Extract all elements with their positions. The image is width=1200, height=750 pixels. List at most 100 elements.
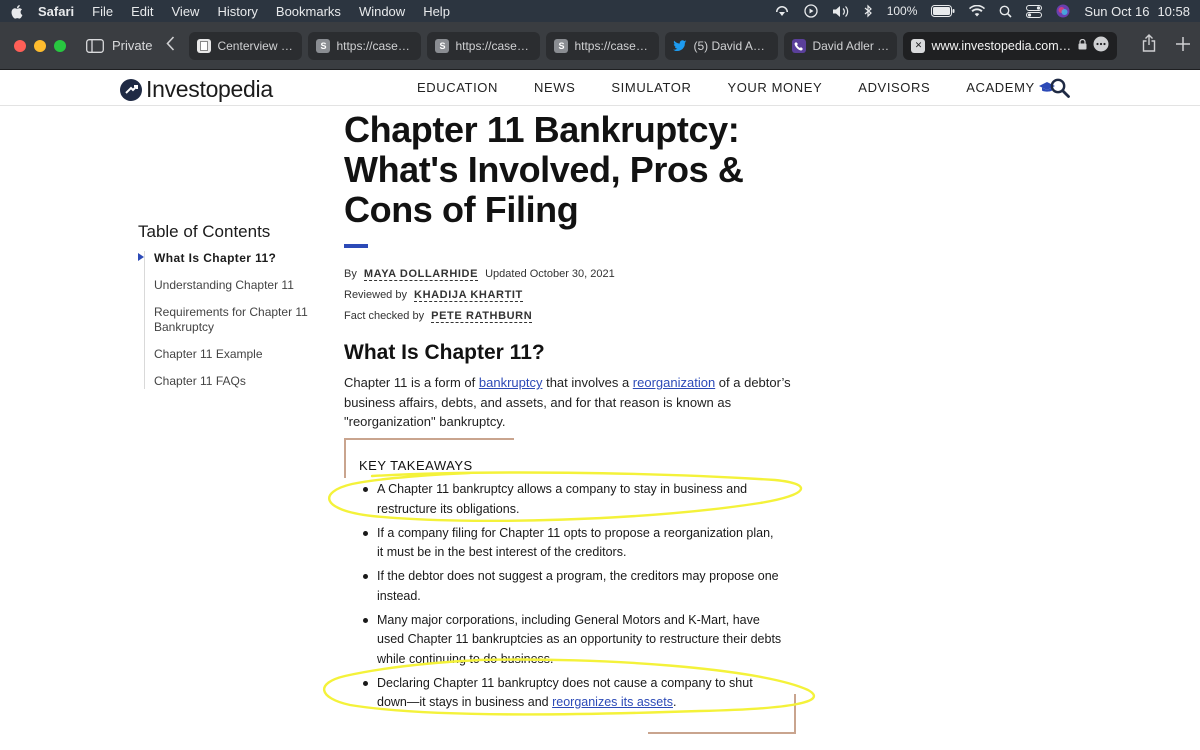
nav-academy-label: ACADEMY — [966, 80, 1035, 95]
sidebar-toggle-button[interactable]: Private — [86, 38, 152, 53]
intro-paragraph: Chapter 11 is a form of bankruptcy that … — [344, 373, 804, 432]
apple-icon[interactable] — [10, 3, 24, 19]
chevron-left-icon — [166, 36, 175, 51]
control-center-icon[interactable] — [1026, 4, 1043, 18]
fact-checker-link[interactable]: PETE RATHBURN — [431, 310, 533, 323]
nav-your-money[interactable]: YOUR MONEY — [727, 80, 822, 95]
tab-title: https://cases.... — [574, 38, 652, 53]
menu-bookmarks[interactable]: Bookmarks — [276, 4, 341, 19]
fact-check-line: Fact checked by PETE RATHBURN — [344, 306, 804, 327]
menubar-time: 10:58 — [1157, 3, 1190, 19]
para-text: Chapter 11 is a form of — [344, 375, 479, 390]
tab-title: Centerview P... — [217, 38, 295, 53]
search-icon[interactable] — [1050, 78, 1070, 103]
list-item: Many major corporations, including Gener… — [362, 611, 782, 670]
takeaways-list: A Chapter 11 bankruptcy allows a company… — [362, 480, 782, 717]
volume-icon[interactable] — [832, 5, 850, 18]
list-item: A Chapter 11 bankruptcy allows a company… — [362, 480, 782, 519]
reviewer-link[interactable]: KHADIJA KHARTIT — [414, 289, 523, 302]
tab-twitter[interactable]: (5) David Adle... — [665, 31, 779, 60]
updated-date: Updated October 30, 2021 — [485, 268, 615, 280]
reorganizes-assets-link[interactable]: reorganizes its assets — [552, 695, 673, 709]
toc-item-requirements[interactable]: Requirements for Chapter 11 Bankruptcy — [154, 305, 308, 335]
tab-investopedia-active[interactable]: ✕ www.investopedia.com/te — [903, 31, 1118, 60]
bankruptcy-link[interactable]: bankruptcy — [479, 375, 543, 390]
zoom-window-button[interactable] — [54, 39, 66, 52]
tab-cases-1[interactable]: S https://cases.... — [308, 31, 422, 60]
s-letter-icon: S — [554, 38, 569, 53]
airdrop-icon[interactable] — [774, 4, 790, 18]
minimize-window-button[interactable] — [34, 39, 46, 52]
list-item: If a company filing for Chapter 11 opts … — [362, 524, 782, 563]
new-tab-icon[interactable] — [1176, 35, 1190, 56]
phone-icon — [792, 38, 807, 53]
wifi-icon[interactable] — [969, 5, 986, 17]
box-corner-left — [344, 438, 346, 478]
bluetooth-icon[interactable] — [864, 4, 873, 18]
by-label: By — [344, 268, 357, 280]
spotlight-search-icon[interactable] — [999, 5, 1012, 18]
macos-menubar: Safari File Edit View History Bookmarks … — [0, 0, 1200, 22]
s-letter-icon: S — [435, 38, 450, 53]
private-label: Private — [112, 38, 153, 53]
menu-history[interactable]: History — [217, 4, 257, 19]
author-line: By MAYA DOLLARHIDE Updated October 30, 2… — [344, 264, 804, 285]
toc-item-faqs[interactable]: Chapter 11 FAQs — [154, 374, 308, 389]
table-of-contents: Table of Contents What Is Chapter 11? Un… — [138, 222, 308, 401]
list-item: Declaring Chapter 11 bankruptcy does not… — [362, 674, 782, 713]
nav-education[interactable]: EDUCATION — [417, 80, 498, 95]
menu-edit[interactable]: Edit — [131, 4, 153, 19]
siri-icon[interactable] — [1056, 4, 1070, 18]
battery-icon[interactable] — [931, 5, 955, 17]
tab-title: David Adler |... — [812, 38, 890, 53]
tab-centerview[interactable]: Centerview P... — [189, 31, 303, 60]
key-takeaways-box: KEY TAKEAWAYS A Chapter 11 bankruptcy al… — [344, 438, 796, 734]
menu-file[interactable]: File — [92, 4, 113, 19]
window-controls — [14, 39, 66, 52]
tab-cases-2[interactable]: S https://cases.... — [427, 31, 541, 60]
nav-academy[interactable]: ACADEMY — [966, 80, 1055, 95]
doc-icon — [197, 38, 212, 53]
fact-checked-label: Fact checked by — [344, 310, 425, 322]
investopedia-logo[interactable]: Investopedia — [120, 76, 273, 103]
reorganization-link[interactable]: reorganization — [633, 375, 715, 390]
safari-toolbar: Private Centerview P... S https://cases.… — [0, 22, 1200, 70]
close-tab-icon[interactable]: ✕ — [911, 38, 926, 53]
author-link[interactable]: MAYA DOLLARHIDE — [363, 268, 479, 281]
box-corner-top — [344, 438, 514, 440]
menubar-date: Sun Oct 16 — [1084, 3, 1150, 19]
main-nav: EDUCATION NEWS SIMULATOR YOUR MONEY ADVI… — [417, 80, 1055, 95]
toc-item-example[interactable]: Chapter 11 Example — [154, 347, 308, 362]
play-icon[interactable] — [804, 4, 818, 18]
tab-david-adler[interactable]: David Adler |... — [784, 31, 898, 60]
nav-news[interactable]: NEWS — [534, 80, 575, 95]
menu-app-name[interactable]: Safari — [38, 4, 74, 19]
menu-view[interactable]: View — [172, 4, 200, 19]
twitter-icon — [673, 39, 687, 53]
tab-cases-3[interactable]: S https://cases.... — [546, 31, 660, 60]
menu-window[interactable]: Window — [359, 4, 405, 19]
battery-percent: 100% — [886, 4, 918, 18]
tab-title: https://cases.... — [455, 38, 533, 53]
tab-title: (5) David Adle... — [693, 38, 771, 53]
toc-item-understanding[interactable]: Understanding Chapter 11 — [154, 278, 308, 293]
reviewer-line: Reviewed by KHADIJA KHARTIT — [344, 285, 804, 306]
toc-title: Table of Contents — [138, 222, 271, 241]
key-takeaways-heading: KEY TAKEAWAYS — [359, 458, 473, 473]
more-options-icon[interactable] — [1093, 36, 1109, 55]
byline: By MAYA DOLLARHIDE Updated October 30, 2… — [344, 264, 804, 327]
share-icon[interactable] — [1142, 34, 1156, 57]
close-window-button[interactable] — [14, 39, 26, 52]
nav-advisors[interactable]: ADVISORS — [858, 80, 930, 95]
tab-bar: Centerview P... S https://cases.... S ht… — [189, 31, 1118, 60]
toc-list: What Is Chapter 11? Understanding Chapte… — [138, 251, 308, 389]
nav-simulator[interactable]: SIMULATOR — [611, 80, 691, 95]
menubar-clock[interactable]: Sun Oct 16 10:58 — [1084, 4, 1190, 19]
address-bar-url[interactable]: www.investopedia.com/te — [931, 39, 1072, 53]
para-text: that involves a — [542, 375, 633, 390]
sidebar-icon — [86, 38, 104, 53]
menu-help[interactable]: Help — [423, 4, 450, 19]
list-item: If the debtor does not suggest a program… — [362, 567, 782, 606]
back-button[interactable] — [166, 35, 175, 56]
toc-item-what-is-chapter-11[interactable]: What Is Chapter 11? — [138, 251, 308, 266]
